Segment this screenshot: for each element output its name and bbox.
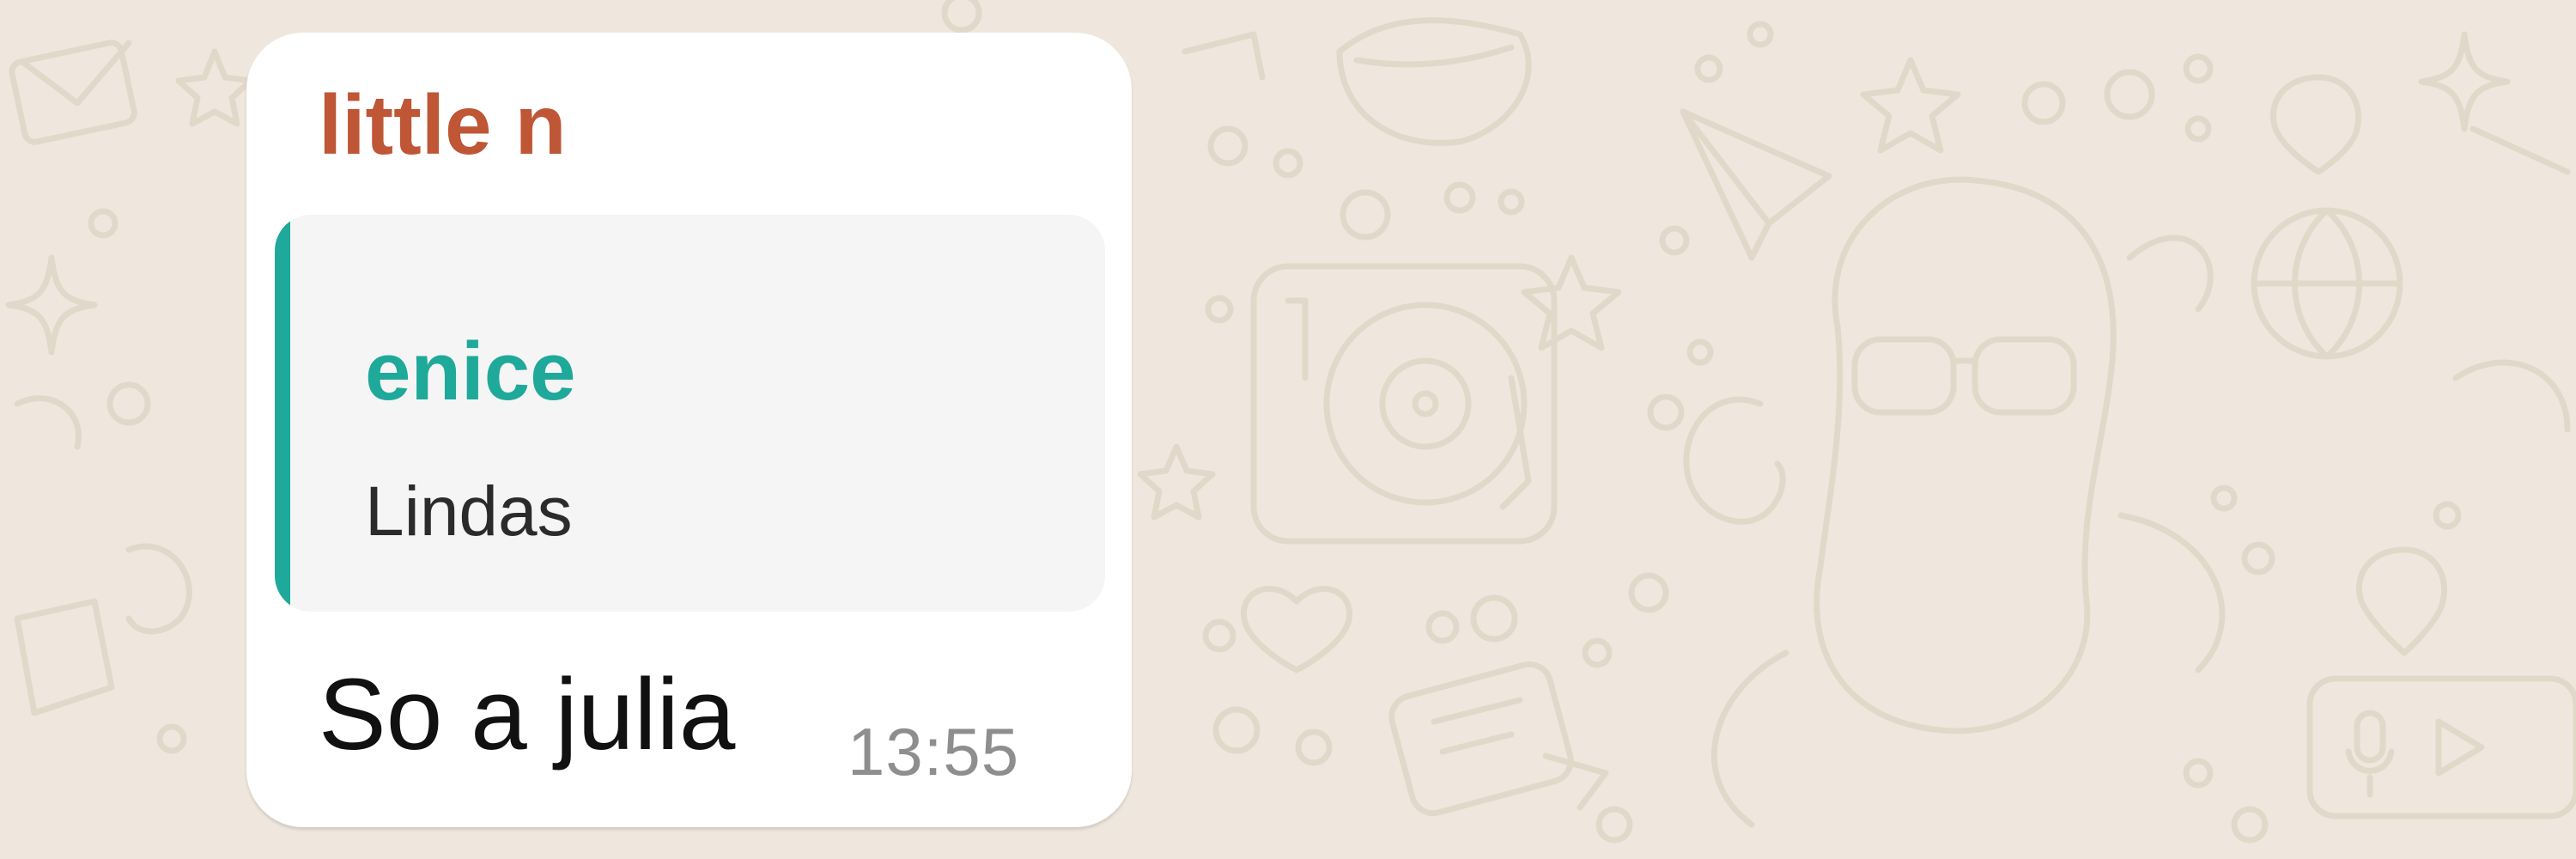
message-text: So a julia [319,658,736,771]
sender-name[interactable]: little n [319,82,567,167]
chat-bubble-icon [1388,661,1609,817]
sparkle-icon [5,254,98,356]
sunglasses-icon [1683,176,2226,828]
turntable-icon [1250,263,1558,545]
quoted-reply[interactable]: enice Lindas [275,215,1105,612]
basketball-icon [2251,207,2403,360]
quote-accent-bar [275,215,290,612]
heart-icon [1241,585,1352,673]
location-pin-icon [2269,74,2361,175]
quoted-text: Lindas [365,472,573,551]
play-icon [2435,718,2485,777]
paper-plane-icon [1680,108,1832,261]
envelope-icon [9,40,137,145]
sparkle-icon [2418,31,2511,132]
quoted-author: enice [365,326,576,417]
message-bubble[interactable]: little n enice Lindas So a julia 13:55 [246,33,1132,827]
message-timestamp: 13:55 [848,714,1020,789]
star-icon [175,48,254,127]
star-icon [1860,57,1961,154]
lips-icon [1336,17,1532,146]
star-icon [1137,443,1216,521]
microphone-icon [2306,675,2576,819]
location-pin-icon [2355,546,2447,656]
